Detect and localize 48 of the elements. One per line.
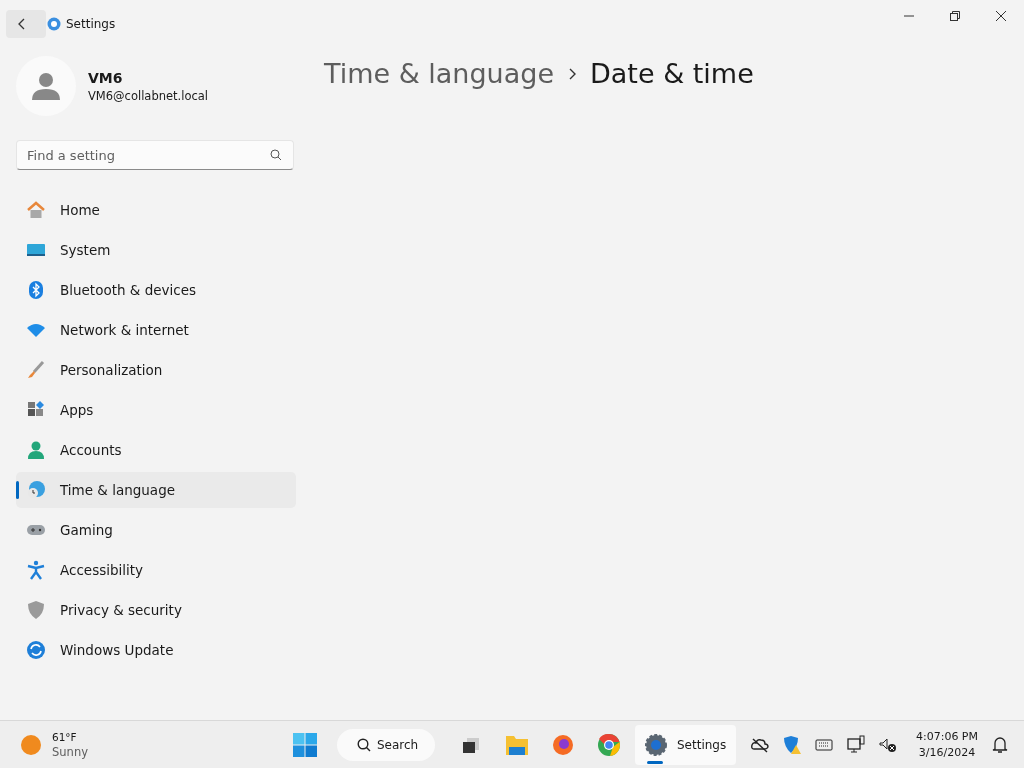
gear-icon [645,734,667,756]
temperature: 61°F [52,730,78,743]
chevron-right-icon [568,67,576,80]
search-icon [357,738,371,752]
task-view-icon [461,735,481,755]
browser-icon [552,734,574,756]
bell-icon [990,734,1010,755]
nav-item[interactable]: Windows Update [16,632,296,668]
person-icon [26,440,46,460]
search-field[interactable]: Find a setting [16,140,294,170]
windows-logo-icon [293,733,317,757]
paintbrush-icon [26,360,46,380]
restore-icon [950,11,960,21]
nav-item[interactable]: Personalization [16,352,296,388]
refresh-icon [26,640,46,660]
nav-item[interactable]: Home [16,192,296,228]
breadcrumb-link[interactable]: Time & language [324,58,554,89]
user-name: VM6 [88,69,124,86]
settings-gear-icon [46,16,62,32]
sun-icon [20,733,42,756]
nav-item[interactable]: Accounts [16,432,296,468]
shield-icon [26,600,46,620]
nav-item[interactable]: System [16,232,296,268]
weather-condition: Sunny [52,744,88,759]
nav-item[interactable]: Privacy & security [16,592,296,628]
nav-item[interactable]: Accessibility [16,552,296,588]
accessibility-icon [26,560,46,580]
back-button[interactable] [6,10,46,38]
network-monitor-icon [845,734,866,755]
house-icon [26,200,46,220]
nav-item[interactable]: Bluetooth & devices [16,272,296,308]
nav-item[interactable]: Apps [16,392,296,428]
shield-warning-icon [781,734,802,755]
folder-icon [505,734,529,756]
settings-taskbar-button[interactable]: Settings [635,725,737,765]
nav-item[interactable]: Gaming [16,512,296,548]
user-email: VM6@collabnet.local [88,88,209,103]
nav-item[interactable]: Time & language [16,472,296,508]
close-icon [996,11,1006,21]
page-title: Date & time [590,58,754,89]
bluetooth-icon [26,280,46,300]
window-title: Settings [66,17,116,31]
person-icon [31,71,61,101]
taskbar-search-button[interactable]: Search [337,729,435,761]
nav-item[interactable]: Network & internet [16,312,296,348]
clock[interactable]: 4:07:06 PM 3/16/2024 [915,730,978,759]
search-icon [270,149,282,161]
chrome-icon [597,733,621,757]
